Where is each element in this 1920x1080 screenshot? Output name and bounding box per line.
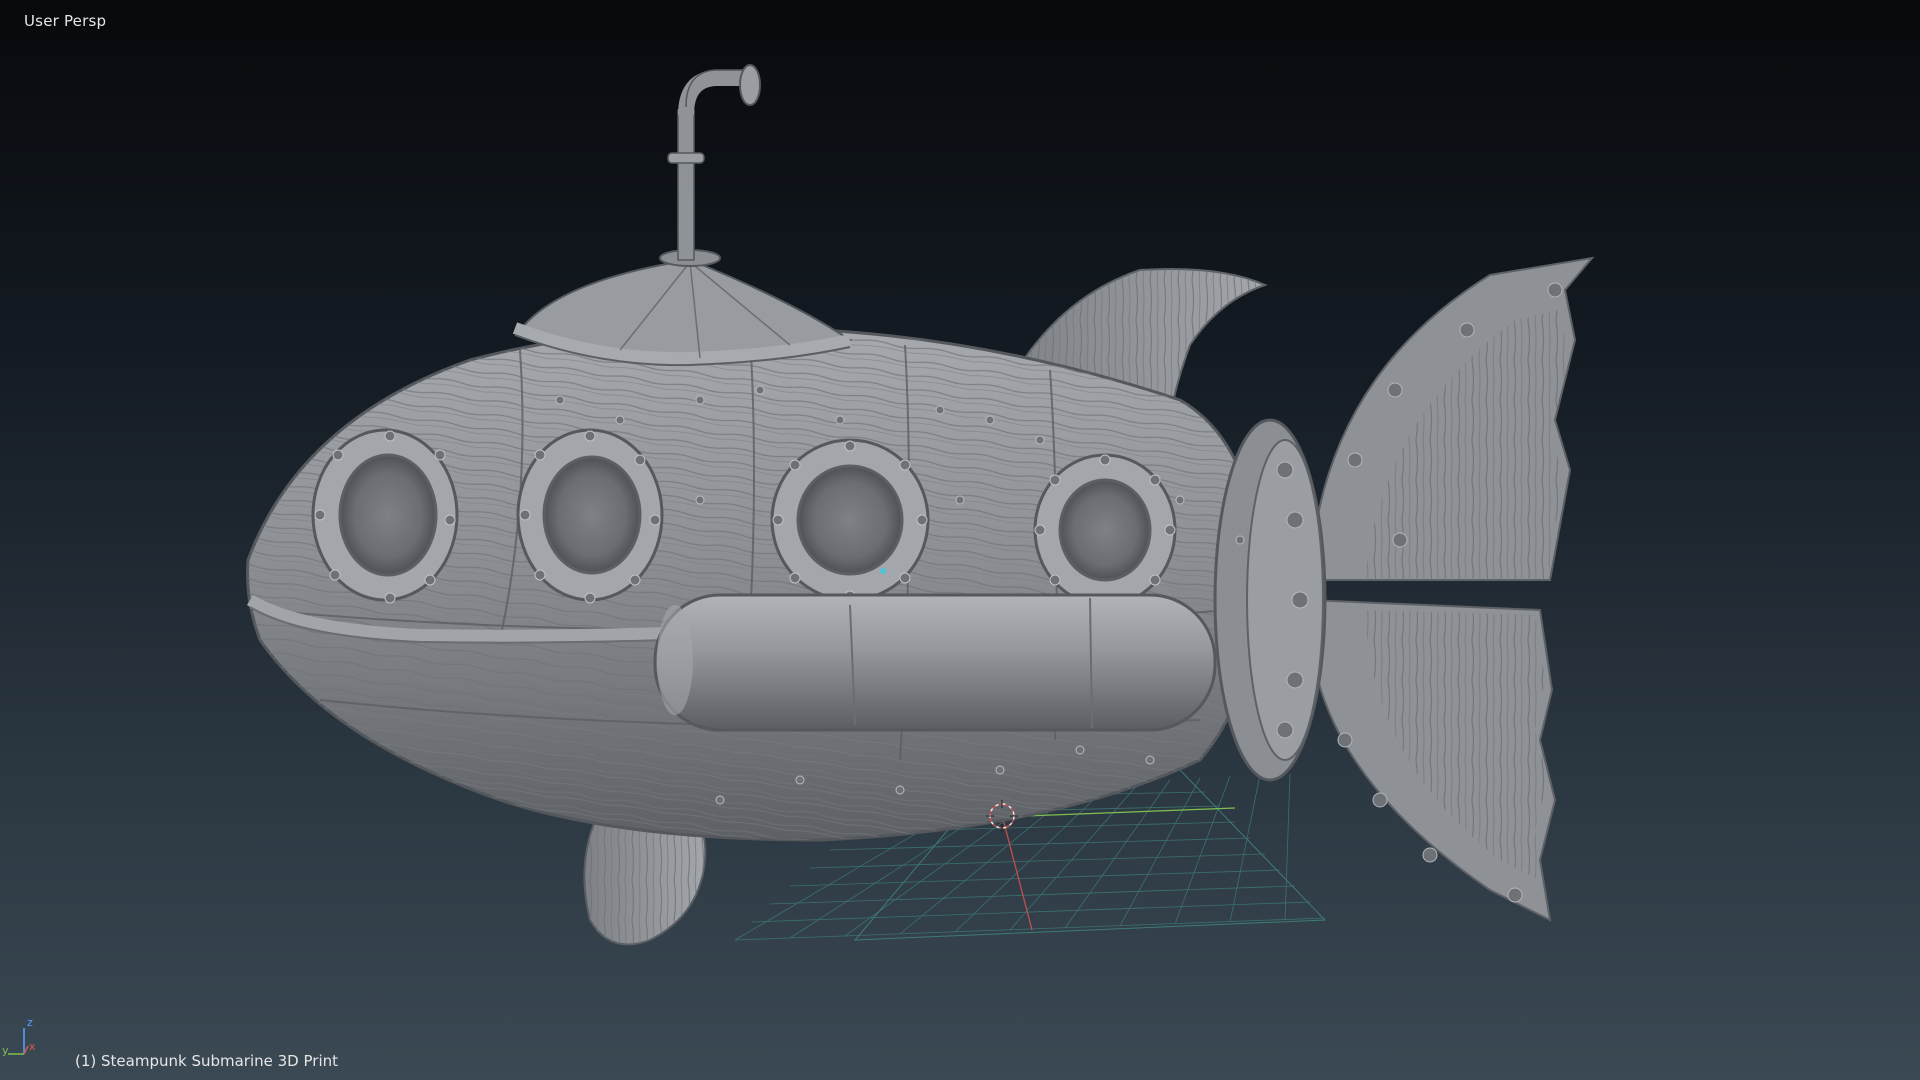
tail-fin xyxy=(1308,256,1595,922)
periscope xyxy=(659,64,761,267)
3d-viewport[interactable]: User Persp z y x (1) Steampunk Submarine… xyxy=(0,0,1920,1080)
y-axis-label: y xyxy=(2,1044,9,1057)
object-origin xyxy=(880,568,886,574)
scene-canvas[interactable] xyxy=(0,0,1920,1080)
side-tank xyxy=(653,593,1217,732)
axis-gizmo: z y x xyxy=(2,1016,36,1057)
active-object-label: (1) Steampunk Submarine 3D Print xyxy=(75,1052,338,1070)
x-axis-label: x xyxy=(29,1040,36,1053)
z-axis-label: z xyxy=(27,1016,33,1029)
rear-collar xyxy=(1213,418,1327,782)
view-mode-label: User Persp xyxy=(24,12,107,30)
conning-tower xyxy=(512,258,853,367)
